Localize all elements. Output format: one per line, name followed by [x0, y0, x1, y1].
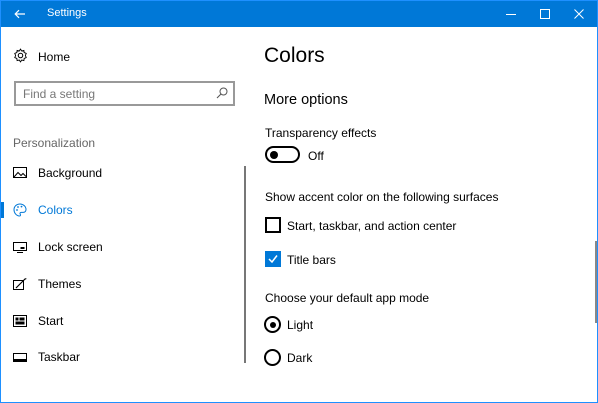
taskbar-icon	[13, 353, 27, 362]
minimize-button[interactable]	[494, 1, 528, 27]
sidebar-item-label: Colors	[38, 203, 73, 217]
toggle-knob	[270, 150, 278, 159]
home-label: Home	[38, 50, 71, 64]
toggle-state-label: Off	[308, 149, 324, 163]
sidebar-item-label: Themes	[38, 277, 82, 291]
sidebar-scrollbar[interactable]	[244, 166, 246, 363]
sidebar-item-label: Lock screen	[38, 240, 103, 254]
radio-dot	[269, 321, 276, 328]
picture-icon	[13, 167, 27, 178]
close-icon	[574, 9, 584, 19]
title-bar: Settings	[1, 1, 597, 27]
sidebar-item-background[interactable]: Background	[1, 158, 241, 188]
active-indicator	[1, 202, 4, 218]
light-mode-label: Light	[287, 318, 314, 332]
start-taskbar-label: Start, taskbar, and action center	[287, 219, 457, 233]
sidebar-item-taskbar[interactable]: Taskbar	[1, 342, 241, 372]
back-arrow-icon	[13, 9, 25, 19]
window-title: Settings	[47, 7, 87, 19]
app-mode-label: Choose your default app mode	[265, 291, 430, 305]
sidebar-item-colors[interactable]: Colors	[1, 195, 241, 225]
title-bars-label: Title bars	[287, 253, 336, 267]
gear-icon	[14, 48, 27, 63]
maximize-button[interactable]	[528, 1, 562, 27]
sidebar-item-label: Background	[38, 166, 103, 180]
minimize-icon	[506, 14, 516, 15]
start-layout-icon	[13, 315, 27, 327]
settings-window: Settings Home Find a setting Personaliza…	[0, 0, 598, 403]
page-title: Colors	[264, 44, 325, 67]
brush-icon	[13, 278, 27, 290]
transparency-label: Transparency effects	[265, 126, 377, 140]
dark-mode-radio[interactable]	[264, 349, 281, 366]
search-placeholder: Find a setting	[23, 87, 96, 101]
section-label: Personalization	[13, 136, 96, 150]
maximize-icon	[540, 9, 550, 19]
sidebar-item-lock-screen[interactable]: Lock screen	[1, 232, 241, 262]
section-heading: More options	[264, 92, 348, 108]
light-mode-radio[interactable]	[264, 316, 281, 333]
sidebar-item-label: Start	[38, 314, 64, 328]
palette-icon	[13, 203, 27, 217]
start-taskbar-checkbox[interactable]	[265, 217, 281, 233]
title-bars-checkbox[interactable]	[265, 251, 281, 267]
checkmark-icon	[268, 255, 278, 264]
dark-mode-label: Dark	[287, 351, 313, 365]
accent-surfaces-label: Show accent color on the following surfa…	[265, 190, 499, 204]
sidebar-item-start[interactable]: Start	[1, 306, 241, 336]
close-button[interactable]	[562, 1, 596, 27]
search-input[interactable]: Find a setting	[14, 81, 235, 106]
back-button[interactable]	[1, 1, 38, 27]
transparency-toggle[interactable]	[265, 146, 300, 163]
monitor-icon	[13, 242, 27, 253]
sidebar-item-themes[interactable]: Themes	[1, 269, 241, 299]
sidebar-item-label: Taskbar	[38, 350, 81, 364]
main-scrollbar[interactable]	[595, 241, 597, 323]
search-icon	[216, 87, 228, 99]
